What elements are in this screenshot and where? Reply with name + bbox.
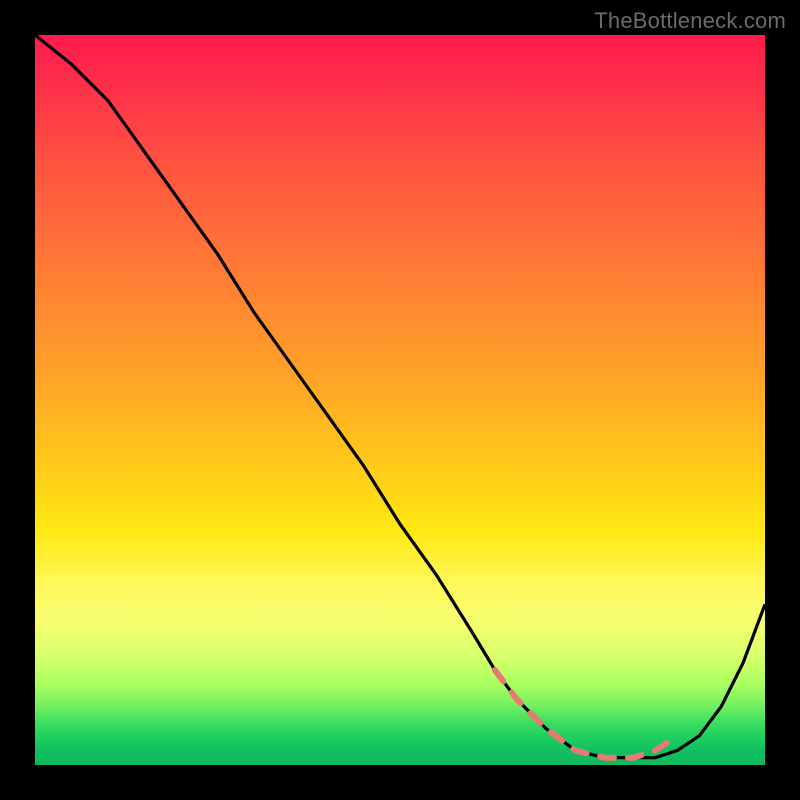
curve-layer: [35, 35, 765, 765]
bottleneck-curve: [35, 35, 765, 758]
plot-area: [35, 35, 765, 765]
highlight-dash: [495, 670, 678, 758]
chart-stage: TheBottleneck.com: [0, 0, 800, 800]
watermark-text: TheBottleneck.com: [594, 8, 786, 34]
